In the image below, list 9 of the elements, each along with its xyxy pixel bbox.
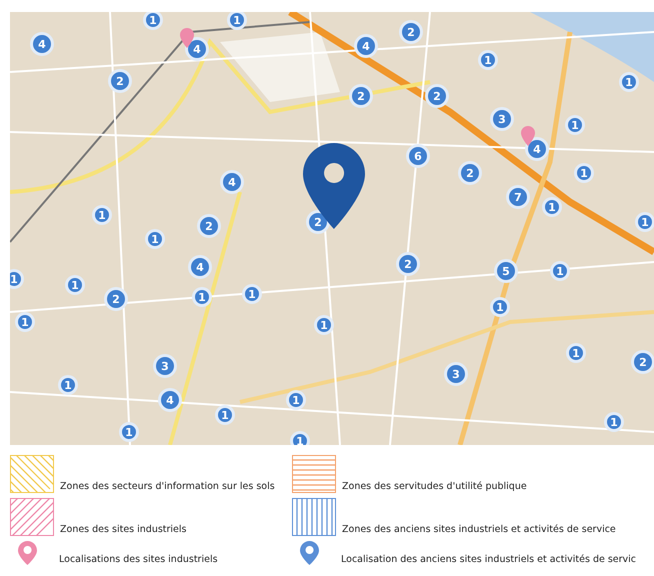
legend-label: Zones des secteurs d'information sur les sols [60, 481, 275, 493]
legend-label: Zones des sites industriels [60, 524, 186, 536]
legend-label: Zones des servitudes d'utilité publique [342, 481, 527, 493]
legend-label: Localisations des sites industriels [59, 554, 218, 565]
map-pin-icon [180, 28, 194, 48]
map-pin-icon [521, 126, 535, 146]
legend-label: Localisation des anciens sites industriels et activités de servic [341, 554, 636, 565]
location-pin-icon[interactable] [303, 143, 365, 229]
legend-label: Zones des anciens sites industriels et activités de service [342, 524, 616, 536]
